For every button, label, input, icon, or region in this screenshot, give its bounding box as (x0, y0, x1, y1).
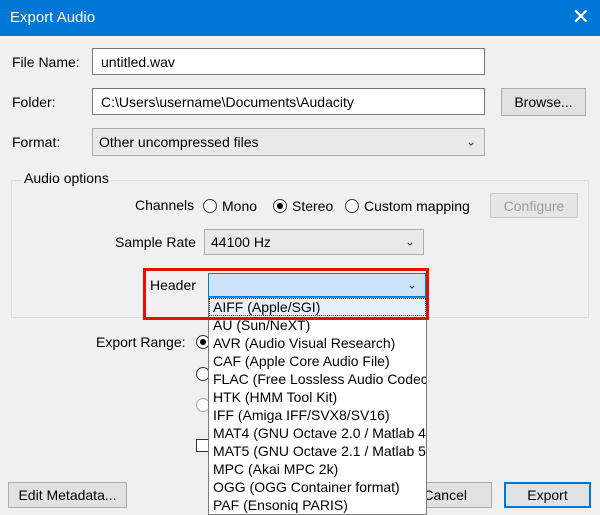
close-icon[interactable]: ✕ (572, 4, 590, 30)
header-option[interactable]: OGG (OGG Container format) (209, 478, 426, 496)
browse-button[interactable]: Browse... (501, 88, 586, 116)
header-label: Header (150, 277, 196, 293)
mono-radio[interactable] (203, 199, 217, 213)
header-option[interactable]: AVR (Audio Visual Research) (209, 334, 426, 352)
custom-mapping-label[interactable]: Custom mapping (364, 198, 470, 214)
configure-button[interactable]: Configure (490, 193, 578, 218)
sample-rate-label: Sample Rate (115, 234, 196, 250)
header-option[interactable]: FLAC (Free Lossless Audio Codec) (209, 370, 426, 388)
header-option[interactable]: MPC (Akai MPC 2k) (209, 460, 426, 478)
audio-options-label: Audio options (22, 170, 111, 186)
channels-label: Channels (135, 197, 195, 213)
header-option[interactable]: CAF (Apple Core Audio File) (209, 352, 426, 370)
format-label: Format: (12, 134, 61, 150)
custom-mapping-radio[interactable] (345, 199, 359, 213)
format-select[interactable]: Other uncompressed files ⌄ (92, 128, 485, 156)
chevron-down-icon: ⌄ (404, 234, 415, 249)
chevron-down-icon: ⌄ (406, 277, 417, 292)
header-option[interactable]: PAF (Ensoniq PARIS) (209, 496, 426, 514)
file-name-label: File Name: (12, 54, 80, 70)
header-select[interactable]: ⌄ (208, 273, 426, 297)
header-dropdown-list[interactable]: AIFF (Apple/SGI) AU (Sun/NeXT) AVR (Audi… (208, 297, 427, 515)
chevron-down-icon: ⌄ (465, 134, 476, 149)
title-bar: Export Audio ✕ (0, 0, 600, 36)
folder-label: Folder: (12, 94, 56, 110)
window-title: Export Audio (10, 9, 96, 26)
header-option[interactable]: MAT4 (GNU Octave 2.0 / Matlab 4) (209, 424, 426, 442)
format-value: Other uncompressed files (99, 134, 259, 150)
header-option[interactable]: AIFF (Apple/SGI) (209, 298, 426, 316)
folder-input[interactable] (92, 88, 485, 115)
file-name-input[interactable] (92, 48, 485, 75)
mono-label[interactable]: Mono (222, 198, 257, 214)
sample-rate-select[interactable]: 44100 Hz ⌄ (204, 229, 424, 255)
header-option[interactable]: HTK (HMM Tool Kit) (209, 388, 426, 406)
sample-rate-value: 44100 Hz (211, 234, 271, 250)
stereo-label[interactable]: Stereo (292, 198, 333, 214)
edit-metadata-button[interactable]: Edit Metadata... (8, 482, 127, 508)
header-option[interactable]: AU (Sun/NeXT) (209, 316, 426, 334)
header-option[interactable]: MAT5 (GNU Octave 2.1 / Matlab 5) (209, 442, 426, 460)
header-option[interactable]: IFF (Amiga IFF/SVX8/SV16) (209, 406, 426, 424)
export-button[interactable]: Export (504, 482, 591, 508)
export-range-label: Export Range: (96, 334, 186, 350)
stereo-radio[interactable] (273, 199, 287, 213)
